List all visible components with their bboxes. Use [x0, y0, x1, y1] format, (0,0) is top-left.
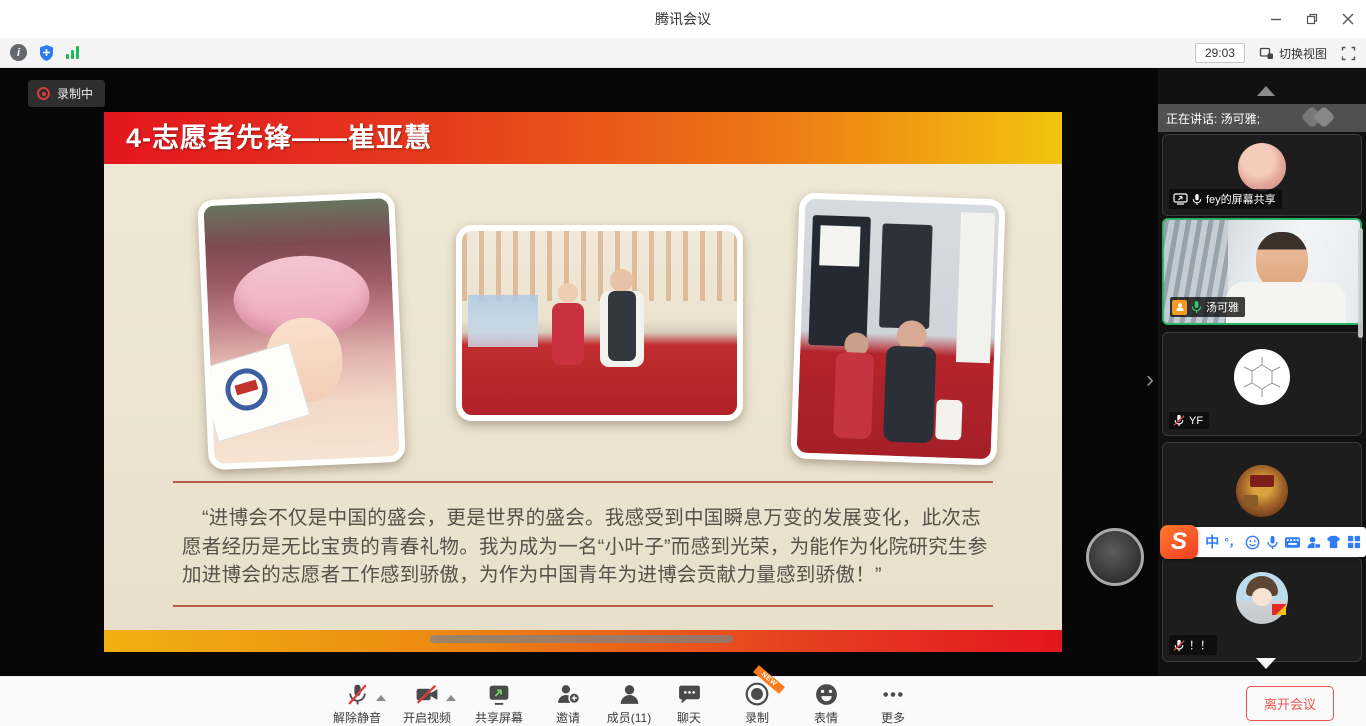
shared-presentation-slide: 4-志愿者先锋——崔亚慧: [104, 112, 1062, 652]
avatar: [1236, 465, 1288, 517]
participant-name: fey的屏幕共享: [1206, 191, 1276, 207]
meeting-control-bar: 解除静音 开启视频 共享屏幕: [0, 676, 1366, 726]
emoji-icon: [814, 682, 839, 707]
photo-volunteers-hall: [456, 225, 743, 421]
participant-tile-exclaim[interactable]: ！！: [1162, 557, 1362, 662]
mic-speaking-icon: [1191, 300, 1202, 314]
recording-dot-icon: [37, 87, 50, 100]
title-bar: 腾讯会议: [0, 0, 1366, 38]
participant-tile-tangkeya[interactable]: 汤可雅: [1162, 218, 1362, 325]
record-button[interactable]: NEW 录制: [717, 681, 797, 726]
mic-muted-icon: [1173, 639, 1185, 652]
host-badge-icon: [1172, 300, 1187, 315]
avatar: [1238, 143, 1286, 191]
ime-icon-bar: 中 °，: [1192, 527, 1366, 557]
meeting-info-icon[interactable]: i: [10, 44, 27, 61]
slide-body: “进博会不仅是中国的盛会，更是世界的盛会。我感受到中国瞬息万变的发展变化，此次志…: [104, 164, 1062, 630]
participant-name: ！！: [1189, 637, 1211, 653]
top-bar-left: i: [0, 44, 79, 62]
top-bar-right: 29:03 切换视图: [1195, 38, 1356, 68]
sogou-logo-icon[interactable]: S: [1160, 525, 1198, 559]
invite-icon: [555, 682, 581, 707]
network-signal-icon[interactable]: [66, 46, 79, 59]
mic-options-caret[interactable]: [376, 695, 386, 701]
share-screen-icon: [486, 682, 512, 707]
scroll-down-arrow[interactable]: [1256, 658, 1276, 669]
participant-name-tag: YF: [1169, 412, 1209, 429]
leave-meeting-button[interactable]: 离开会议: [1246, 686, 1334, 721]
participant-name: 汤可雅: [1206, 299, 1239, 315]
ime-chinese-mode-button[interactable]: 中: [1205, 532, 1219, 552]
screen-share-icon: [1173, 193, 1188, 205]
members-icon: [617, 682, 642, 707]
more-button[interactable]: 更多: [853, 681, 933, 726]
ime-account-icon[interactable]: [1306, 535, 1321, 550]
unmute-button[interactable]: 解除静音: [317, 681, 397, 726]
ime-keyboard-icon[interactable]: [1284, 536, 1301, 549]
participant-tile-fey[interactable]: fey的屏幕共享: [1162, 134, 1362, 216]
security-shield-icon[interactable]: [38, 44, 55, 62]
fullscreen-icon[interactable]: [1341, 46, 1356, 61]
restore-button[interactable]: [1294, 0, 1330, 38]
participant-name: YF: [1189, 415, 1203, 427]
ime-skin-icon[interactable]: [1326, 535, 1341, 549]
meeting-watermark-logo: [1304, 109, 1344, 127]
record-icon: [744, 681, 770, 707]
quote-bottom-divider: [173, 605, 993, 607]
avatar: [1234, 349, 1290, 405]
participants-scrollbar[interactable]: [1358, 228, 1363, 338]
tencent-meeting-window: 腾讯会议 i 29:03: [0, 0, 1366, 726]
camera-off-icon: [414, 682, 440, 707]
recording-badge: 录制中: [28, 80, 105, 107]
sogou-ime-toolbar: S 中 °，: [1160, 524, 1366, 560]
avatar: [1236, 572, 1288, 624]
ime-voice-icon[interactable]: [1266, 535, 1279, 550]
ime-emoji-icon[interactable]: [1245, 535, 1260, 550]
more-icon: [880, 682, 906, 707]
meeting-top-bar: i 29:03 切换视图: [0, 38, 1366, 68]
slide-title-banner: 4-志愿者先锋——崔亚慧: [104, 112, 1062, 164]
window-controls: [1258, 0, 1366, 38]
participant-name-tag: ！！: [1169, 635, 1217, 655]
window-title: 腾讯会议: [0, 0, 1366, 38]
mic-muted-icon: [345, 682, 370, 707]
participant-tile-yf[interactable]: YF: [1162, 332, 1362, 436]
participant-name-tag: 汤可雅: [1170, 297, 1245, 317]
switch-view-label: 切换视图: [1279, 45, 1327, 62]
video-options-caret[interactable]: [446, 695, 456, 701]
mic-muted-icon: [1173, 414, 1185, 427]
participant-name-tag: fey的屏幕共享: [1169, 189, 1282, 209]
share-screen-button[interactable]: 共享屏幕: [459, 681, 539, 726]
chat-icon: [677, 682, 702, 707]
floating-camera-placeholder-circle[interactable]: [1086, 528, 1144, 586]
speaking-now-text: 正在讲话: 汤可雅;: [1166, 110, 1260, 127]
recording-label: 录制中: [57, 85, 93, 102]
molecule-avatar-art: [1234, 349, 1290, 405]
ime-punctuation-button[interactable]: °，: [1225, 534, 1240, 550]
quote-top-divider: [173, 481, 993, 483]
slide-title: 4-志愿者先锋——崔亚慧: [126, 112, 432, 164]
ime-toolbox-icon[interactable]: [1347, 535, 1361, 549]
slide-horizontal-scrollbar[interactable]: [430, 635, 733, 643]
slide-quote-text: “进博会不仅是中国的盛会，更是世界的盛会。我感受到中国瞬息万变的发展变化，此次志…: [182, 504, 994, 590]
close-icon[interactable]: [1330, 0, 1366, 38]
mic-on-icon: [1192, 193, 1202, 206]
meeting-timer: 29:03: [1195, 43, 1245, 63]
participants-sidebar: 正在讲话: 汤可雅; fey的屏幕共享: [1158, 68, 1366, 676]
start-video-button[interactable]: 开启视频: [387, 681, 467, 726]
scroll-up-arrow[interactable]: [1257, 86, 1275, 96]
photo-volunteer-crowd: [197, 192, 406, 470]
minimize-button[interactable]: [1258, 0, 1294, 38]
switch-view-button[interactable]: 切换视图: [1259, 45, 1327, 62]
sidebar-collapse-chevron-icon[interactable]: ›: [1146, 368, 1154, 392]
photo-expo-screens: [790, 192, 1005, 465]
speaking-now-banner: 正在讲话: 汤可雅;: [1158, 104, 1366, 132]
switch-view-icon: [1259, 46, 1274, 61]
